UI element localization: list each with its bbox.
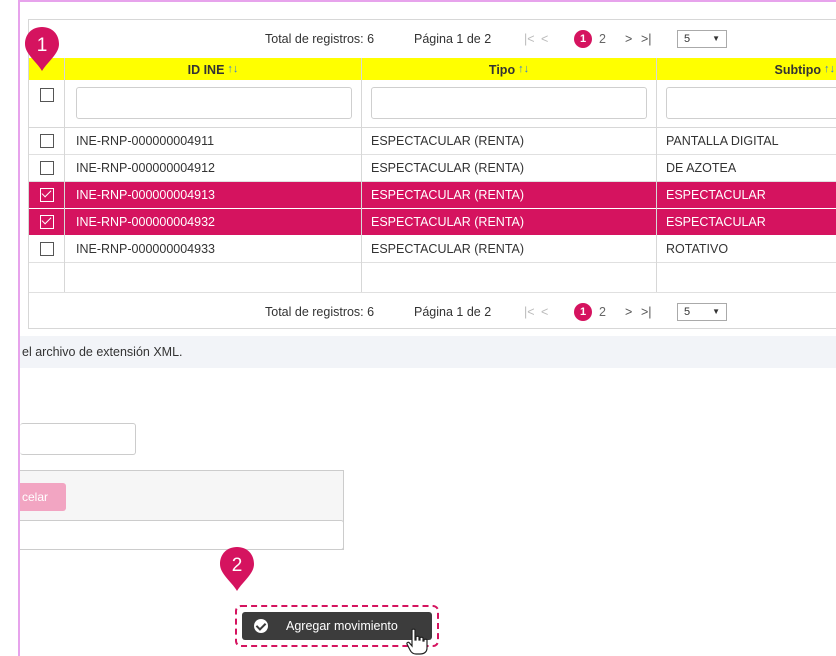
table-row[interactable]: INE-RNP-000000004911 ESPECTACULAR (RENTA…: [29, 128, 836, 155]
column-divider: [361, 58, 362, 292]
subtipo-filter-input[interactable]: [666, 87, 836, 119]
column-header-id-ine[interactable]: ID INE ↑↓: [64, 58, 361, 80]
page-2-button[interactable]: 2: [599, 32, 606, 46]
svg-text:2: 2: [232, 555, 243, 576]
column-divider: [64, 58, 65, 293]
total-records: Total de registros: 6: [265, 32, 375, 46]
page-size-value: 5: [684, 305, 691, 318]
cell-subtipo: ESPECTACULAR: [666, 215, 766, 229]
hand-cursor-icon: [406, 628, 428, 655]
page-info: Página 1 de 2: [414, 32, 492, 46]
table-header: ID INE ↑↓ Tipo ↑↓ Subtipo ↑↓: [29, 58, 836, 80]
page-1-button[interactable]: 1: [574, 30, 592, 48]
step-marker-2: 2: [220, 547, 254, 591]
page-1-button[interactable]: 1: [574, 302, 592, 321]
last-page-button[interactable]: >|: [641, 32, 652, 46]
row-checkbox[interactable]: [40, 242, 54, 256]
column-divider: [656, 58, 657, 292]
pager-bottom: Total de registros: 6 Página 1 de 2 |< <…: [29, 292, 836, 330]
xml-note: el archivo de extensión XML.: [20, 336, 836, 368]
cell-tipo: ESPECTACULAR (RENTA): [371, 215, 525, 229]
tipo-filter-input[interactable]: [371, 87, 647, 119]
svg-text:1: 1: [37, 35, 48, 56]
select-all-checkbox[interactable]: [40, 88, 54, 102]
table-row[interactable]: INE-RNP-000000004933 ESPECTACULAR (RENTA…: [29, 236, 836, 263]
cell-id-ine: INE-RNP-000000004933: [76, 242, 215, 256]
prev-page-button[interactable]: <: [541, 32, 548, 46]
row-checkbox-checked[interactable]: [40, 187, 54, 202]
page-size-value: 5: [684, 33, 691, 45]
column-header-tipo[interactable]: Tipo ↑↓: [361, 58, 656, 80]
cell-tipo: ESPECTACULAR (RENTA): [371, 242, 525, 256]
page-2-button[interactable]: 2: [599, 305, 606, 319]
cell-subtipo: DE AZOTEA: [666, 161, 737, 175]
prev-page-button[interactable]: <: [541, 305, 548, 319]
column-label: Subtipo: [774, 63, 821, 77]
cell-tipo: ESPECTACULAR (RENTA): [371, 134, 525, 148]
records-table: Total de registros: 6 Página 1 de 2 |< <…: [28, 19, 836, 329]
dropdown-arrow-icon: ▼: [712, 34, 720, 43]
sort-icon[interactable]: ↑↓: [824, 63, 835, 75]
cell-id-ine: INE-RNP-000000004913: [76, 188, 215, 202]
sort-icon[interactable]: ↑↓: [518, 63, 529, 75]
page-size-select[interactable]: 5 ▼: [677, 30, 727, 48]
row-checkbox[interactable]: [40, 134, 54, 148]
next-page-button[interactable]: >: [625, 305, 632, 319]
column-header-subtipo[interactable]: Subtipo ↑↓: [656, 58, 836, 80]
page-size-select[interactable]: 5 ▼: [677, 302, 727, 321]
cell-subtipo: ESPECTACULAR: [666, 188, 766, 202]
check-circle-icon: [254, 619, 268, 633]
dropdown-arrow-icon: ▼: [712, 306, 720, 316]
text-input-2[interactable]: [20, 520, 344, 550]
cancel-button[interactable]: celar: [20, 483, 66, 511]
agregar-movimiento-label: Agregar movimiento: [286, 619, 398, 633]
text-input[interactable]: [20, 423, 136, 455]
row-checkbox[interactable]: [40, 161, 54, 175]
cell-subtipo: PANTALLA DIGITAL: [666, 134, 779, 148]
check-icon: [41, 214, 52, 225]
total-records: Total de registros: 6: [265, 304, 375, 319]
table-row-selected[interactable]: INE-RNP-000000004932 ESPECTACULAR (RENTA…: [29, 209, 836, 236]
next-page-button[interactable]: >: [625, 32, 632, 46]
table-row-selected[interactable]: INE-RNP-000000004913 ESPECTACULAR (RENTA…: [29, 182, 836, 209]
pager-top: Total de registros: 6 Página 1 de 2 |< <…: [29, 20, 836, 58]
filter-row: [29, 80, 836, 128]
column-label: Tipo: [488, 63, 516, 77]
first-page-button[interactable]: |<: [524, 32, 535, 46]
cell-subtipo: ROTATIVO: [666, 242, 729, 256]
cell-tipo: ESPECTACULAR (RENTA): [371, 161, 525, 175]
last-page-button[interactable]: >|: [641, 305, 652, 319]
sort-icon[interactable]: ↑↓: [227, 63, 238, 75]
cell-id-ine: INE-RNP-000000004932: [76, 215, 215, 229]
cell-id-ine: INE-RNP-000000004912: [76, 161, 215, 175]
step-marker-1: 1: [25, 27, 59, 71]
first-page-button[interactable]: |<: [524, 305, 535, 319]
page-info: Página 1 de 2: [414, 304, 492, 319]
check-icon: [41, 187, 52, 198]
id-ine-filter-input[interactable]: [76, 87, 352, 119]
cell-tipo: ESPECTACULAR (RENTA): [371, 188, 525, 202]
cell-id-ine: INE-RNP-000000004911: [76, 134, 215, 148]
table-row[interactable]: INE-RNP-000000004912 ESPECTACULAR (RENTA…: [29, 155, 836, 182]
row-checkbox-checked[interactable]: [40, 214, 54, 229]
column-label: ID INE: [187, 63, 225, 77]
